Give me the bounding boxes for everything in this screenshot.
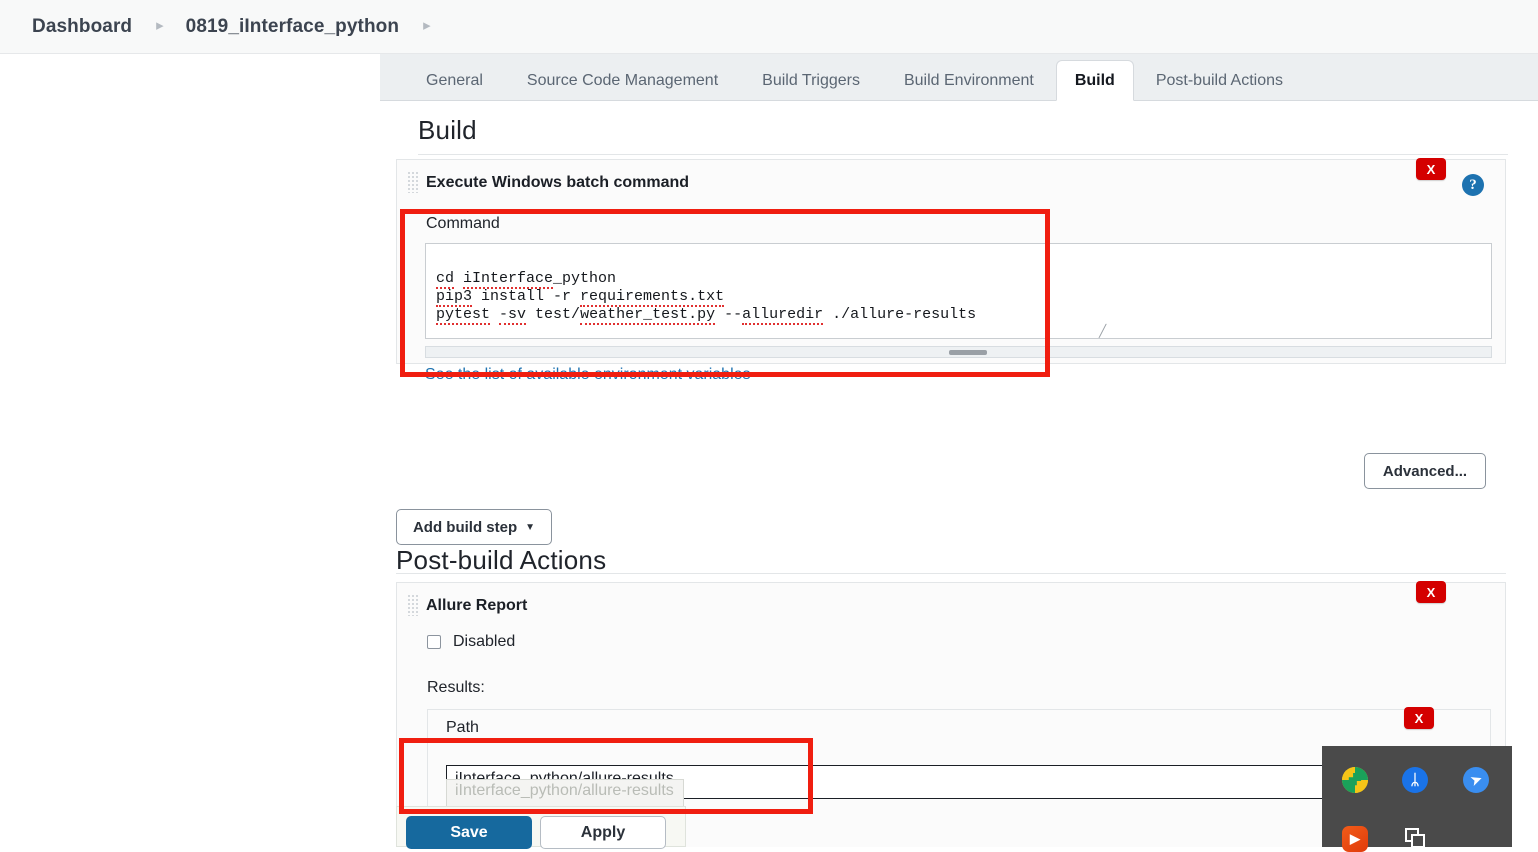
cmd-token-pip3: pip3 bbox=[436, 288, 473, 307]
copy-windows-icon[interactable] bbox=[1405, 828, 1425, 848]
cmd-token-weathertest: weather_test.py bbox=[580, 306, 716, 325]
remove-postbuild-action-button[interactable]: X bbox=[1416, 581, 1446, 603]
remove-build-step-button[interactable]: X bbox=[1416, 158, 1446, 180]
cmd-token-iinterface: iInterface bbox=[463, 270, 554, 289]
environment-variables-link[interactable]: See the list of available environment va… bbox=[425, 366, 751, 384]
video-player-icon[interactable]: ▶ bbox=[1342, 826, 1368, 852]
postbuild-step-title: Allure Report bbox=[426, 597, 528, 614]
chevron-right-icon: ▸ bbox=[156, 17, 164, 34]
save-button[interactable]: Save bbox=[406, 816, 532, 849]
command-label: Command bbox=[426, 215, 500, 232]
cmd-token-sv: -sv bbox=[499, 306, 527, 325]
wps-plus-icon[interactable]: ✚ bbox=[1342, 767, 1368, 793]
command-textarea[interactable]: cd iInterface_python pip3 install -r req… bbox=[425, 243, 1492, 339]
help-icon[interactable]: ? bbox=[1462, 174, 1484, 196]
path-label: Path bbox=[446, 719, 479, 736]
tab-source-code-management[interactable]: Source Code Management bbox=[505, 62, 740, 100]
cmd-token-cd: cd bbox=[436, 270, 455, 289]
command-horizontal-scrollbar[interactable] bbox=[425, 346, 1492, 358]
build-section-title: Build bbox=[418, 115, 477, 145]
paperplane-glyph: ➤ bbox=[1468, 770, 1484, 789]
path-autocomplete-suggestion[interactable]: iInterface_python/allure-results bbox=[446, 779, 684, 807]
textarea-resize-handle[interactable]: ╱ bbox=[1099, 325, 1111, 337]
postbuild-section-divider bbox=[396, 573, 1506, 574]
tab-build-triggers[interactable]: Build Triggers bbox=[740, 62, 882, 100]
disabled-checkbox[interactable] bbox=[427, 635, 441, 649]
breadcrumb-item-dashboard[interactable]: Dashboard bbox=[32, 16, 132, 38]
tab-build[interactable]: Build bbox=[1055, 60, 1134, 101]
tab-build-environment[interactable]: Build Environment bbox=[882, 62, 1056, 100]
plus-glyph: ✚ bbox=[1348, 772, 1362, 789]
tab-post-build-actions[interactable]: Post-build Actions bbox=[1134, 62, 1305, 100]
chevron-down-icon: ▼ bbox=[525, 521, 536, 533]
play-glyph: ▶ bbox=[1350, 831, 1360, 846]
drag-handle-icon-2[interactable] bbox=[407, 594, 418, 616]
advanced-button[interactable]: Advanced... bbox=[1364, 453, 1486, 489]
remove-results-entry-button[interactable]: X bbox=[1404, 707, 1434, 729]
bluetooth-icon[interactable]: ᛦ bbox=[1402, 767, 1428, 793]
chevron-right-icon-2: ▸ bbox=[423, 17, 431, 34]
cmd-token-alluredir: alluredir bbox=[742, 306, 824, 325]
scrollbar-thumb[interactable] bbox=[949, 350, 987, 355]
cmd-token-pytest: pytest bbox=[436, 306, 491, 325]
send-paperplane-icon[interactable]: ➤ bbox=[1463, 767, 1489, 793]
breadcrumb-item-job[interactable]: 0819_iInterface_python bbox=[186, 16, 399, 38]
disabled-label: Disabled bbox=[453, 633, 516, 650]
apply-button[interactable]: Apply bbox=[540, 816, 666, 849]
build-step-title: Execute Windows batch command bbox=[426, 174, 690, 191]
add-build-step-label: Add build step bbox=[412, 518, 518, 536]
drag-handle-icon[interactable] bbox=[407, 171, 418, 193]
disabled-checkbox-row[interactable]: Disabled bbox=[427, 633, 515, 651]
config-form-body: Build Execute Windows batch command Comm… bbox=[380, 101, 1538, 847]
system-tray-overlay: ✚ ᛦ ➤ ▶ bbox=[1322, 746, 1512, 852]
results-label: Results: bbox=[427, 679, 485, 696]
tab-general[interactable]: General bbox=[404, 62, 505, 100]
config-tab-bar: General Source Code Management Build Tri… bbox=[380, 54, 1538, 101]
cmd-token-requirements: requirements.txt bbox=[580, 288, 725, 307]
add-build-step-button[interactable]: Add build step ▼ bbox=[396, 509, 552, 545]
build-section-divider bbox=[418, 154, 1508, 155]
postbuild-section-title: Post-build Actions bbox=[396, 545, 607, 575]
bluetooth-glyph: ᛦ bbox=[1410, 771, 1420, 789]
breadcrumb: Dashboard ▸ 0819_iInterface_python ▸ bbox=[0, 0, 1538, 54]
